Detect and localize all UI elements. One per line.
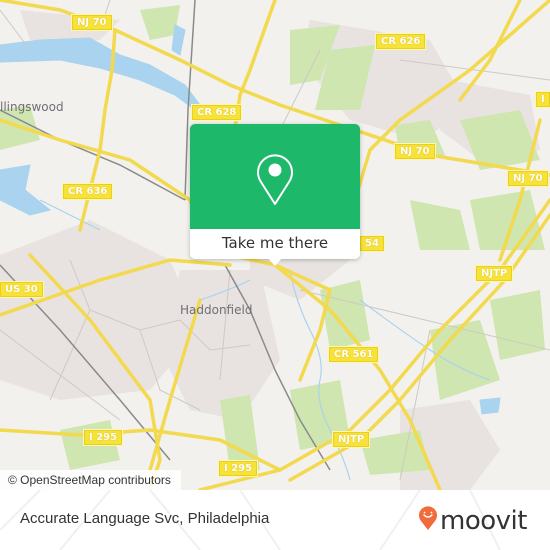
take-me-there-button[interactable]: Take me there [190, 229, 360, 259]
moovit-brand[interactable]: moovit [440, 506, 527, 536]
place-label-collingswood: llingswood [0, 100, 64, 114]
road-label-cr554: 54 [359, 235, 385, 252]
road-label-cr626: CR 626 [374, 33, 427, 50]
road-label-i295: I 295 [217, 460, 259, 477]
road-label-nj70: NJ 70 [71, 14, 113, 31]
location-pin-icon [257, 154, 293, 205]
road-label-cr628: CR 628 [190, 104, 243, 121]
road-label-nj70: NJ 70 [507, 170, 549, 187]
location-title: Accurate Language Svc, Philadelphia [20, 510, 270, 527]
road-label-cr561: CR 561 [327, 346, 380, 363]
moovit-logo-icon [419, 506, 437, 530]
road-label-njtp: NJTP [331, 431, 371, 448]
osm-attribution[interactable]: © OpenStreetMap contributors [0, 470, 181, 490]
road-label-i295: I 295 [82, 429, 124, 446]
popup-pointer [267, 257, 283, 266]
location-popup: Take me there [190, 124, 360, 266]
road-label-njtp: NJTP [474, 265, 514, 282]
road-label-nj70: NJ 70 [394, 143, 436, 160]
road-label-us30: US 30 [0, 281, 44, 298]
road-label-cr636: CR 636 [61, 183, 114, 200]
place-label-haddonfield: Haddonfield [180, 303, 253, 317]
popup-header [190, 124, 360, 229]
road-label-interstate: I [535, 91, 550, 108]
